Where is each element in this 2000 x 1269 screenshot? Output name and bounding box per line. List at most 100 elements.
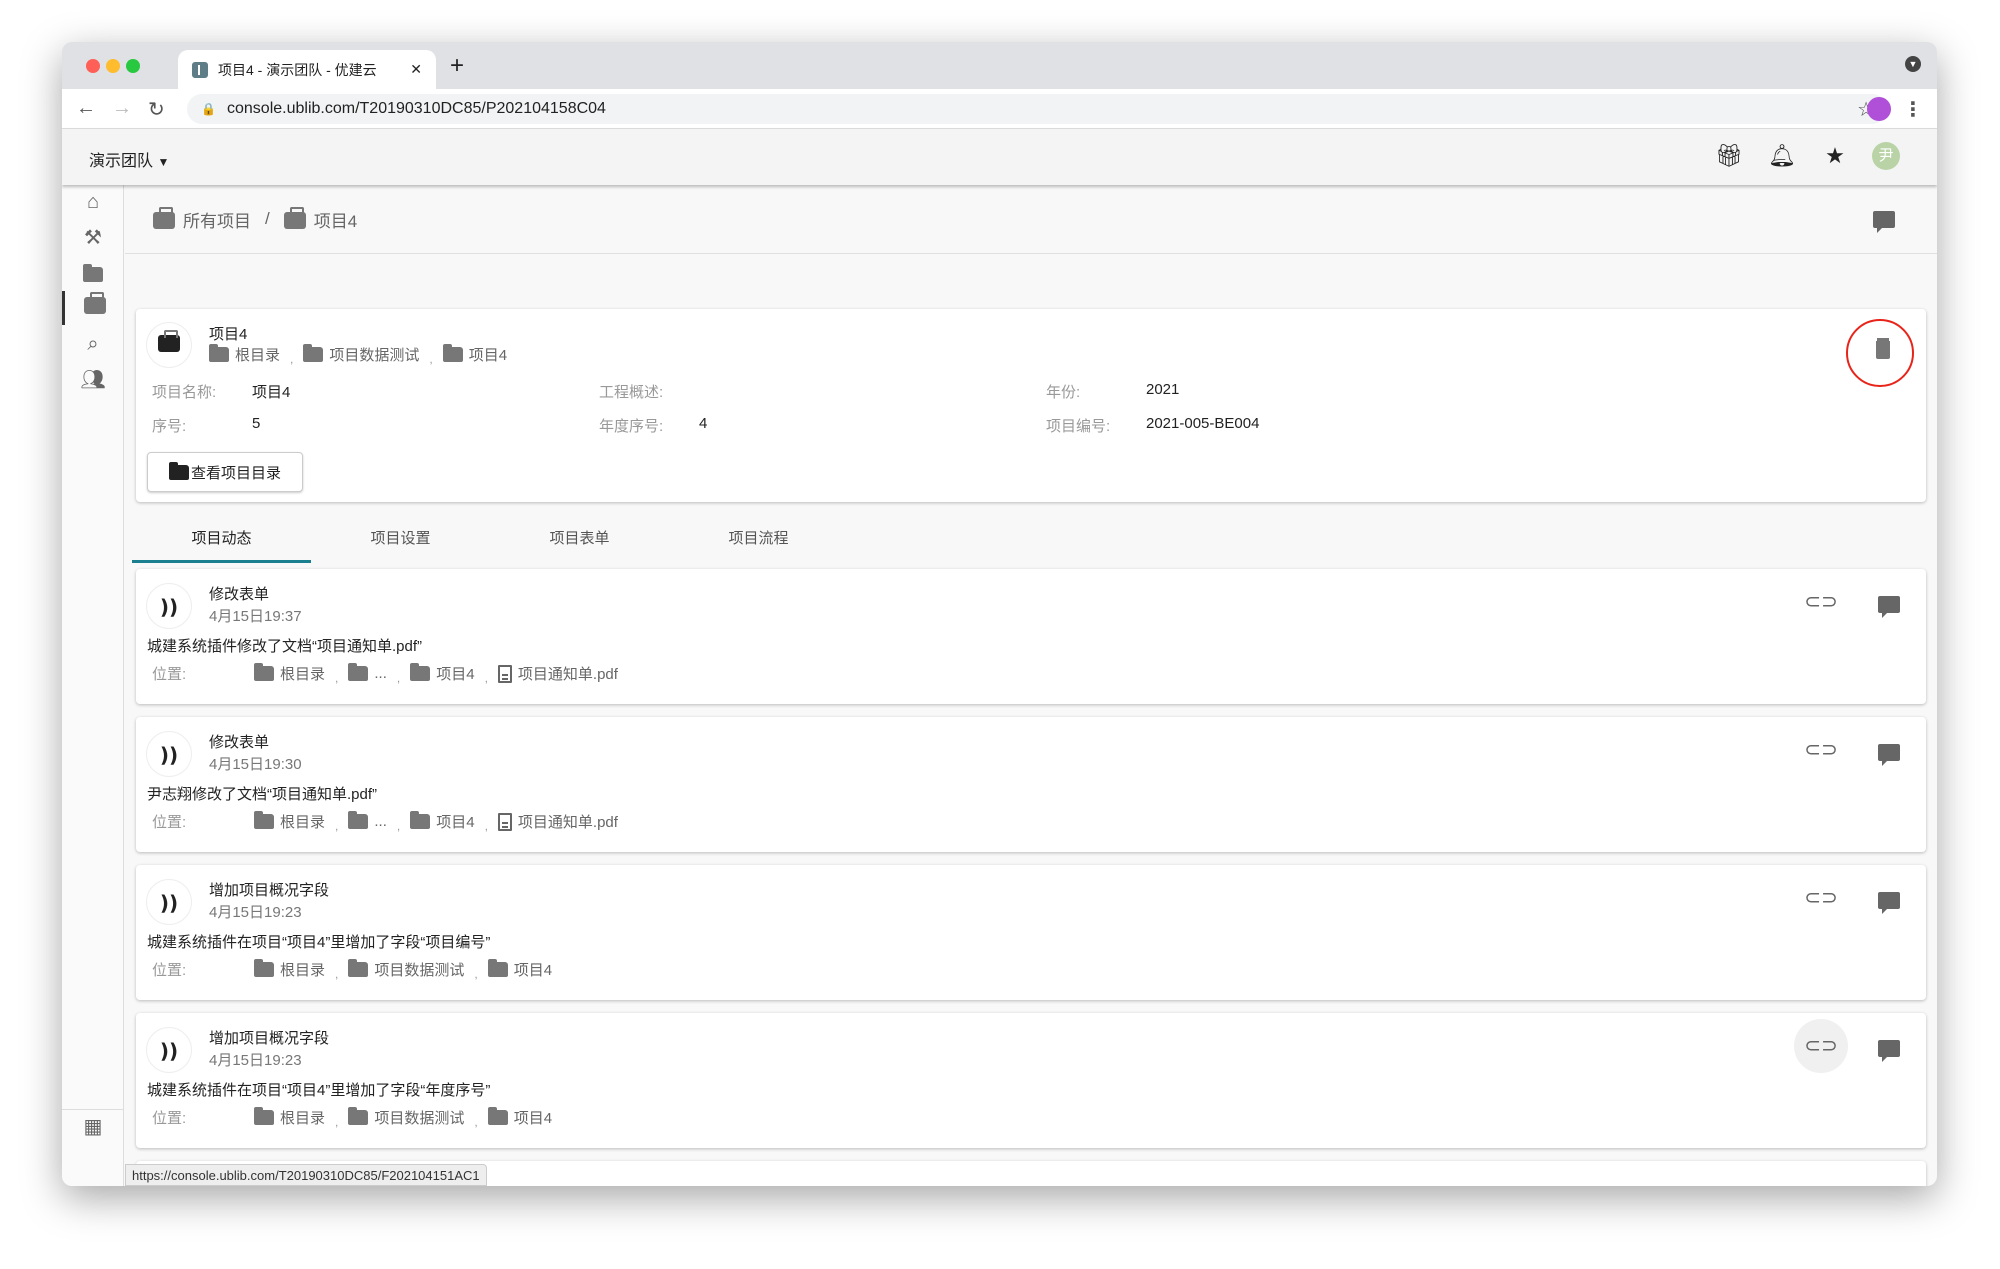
folder-icon bbox=[348, 1107, 369, 1125]
sidebar: ⌂ ⚒ ⌕ 👥︎ ▦ bbox=[62, 185, 124, 1186]
folder-icon bbox=[410, 663, 431, 681]
path-item[interactable]: 根目录 bbox=[280, 959, 325, 980]
delete-icon[interactable] bbox=[1876, 341, 1890, 359]
close-tab-icon[interactable]: ✕ bbox=[410, 61, 422, 78]
tab-activity[interactable]: 项目动态 bbox=[132, 515, 311, 563]
comment-icon[interactable] bbox=[1873, 211, 1895, 233]
bell-icon[interactable]: 🔔︎ bbox=[1768, 143, 1796, 169]
path-item[interactable]: 项目数据测试 bbox=[374, 959, 464, 980]
path-item[interactable]: 项目4 bbox=[436, 663, 474, 684]
link-icon[interactable]: ⊂⊃ bbox=[1794, 871, 1848, 925]
breadcrumb-all-projects[interactable]: 所有项目 bbox=[183, 207, 251, 232]
lock-icon: 🔒 bbox=[201, 102, 216, 116]
field-label: 项目编号: bbox=[1046, 418, 1111, 435]
tab-forms[interactable]: 项目表单 bbox=[490, 515, 669, 563]
activity-time: 4月15日19:30 bbox=[209, 756, 302, 773]
field-value: 2021 bbox=[1146, 381, 1180, 398]
new-tab-button[interactable]: + bbox=[450, 52, 464, 80]
comment-icon[interactable] bbox=[1878, 596, 1900, 618]
path-item[interactable]: ... bbox=[374, 813, 387, 830]
activity-path: 根目录, 项目数据测试, 项目4 bbox=[254, 1107, 552, 1129]
back-icon[interactable]: ← bbox=[76, 97, 96, 120]
briefcase-icon bbox=[158, 330, 180, 352]
folder-icon bbox=[254, 811, 274, 829]
project-card: 项目4 根目录, 项目数据测试, 项目4 项目名称: 项目4 工程概述: 年份:… bbox=[136, 309, 1926, 502]
folder-icon bbox=[410, 811, 431, 829]
address-row: ← → ↻ 🔒 console.ublib.com/T20190310DC85/… bbox=[62, 89, 1937, 129]
link-icon[interactable]: ⊂⊃ bbox=[1794, 723, 1848, 777]
path-item[interactable]: 根目录 bbox=[280, 663, 325, 684]
path-item[interactable]: 项目4 bbox=[514, 1107, 552, 1128]
tab-workflow[interactable]: 项目流程 bbox=[669, 515, 848, 563]
maximize-window-button[interactable] bbox=[126, 59, 140, 73]
breadcrumb-separator: / bbox=[265, 209, 270, 228]
comment-icon[interactable] bbox=[1878, 892, 1900, 914]
button-label: 查看项目目录 bbox=[190, 464, 281, 482]
folder-icon bbox=[168, 461, 189, 480]
location-label: 位置: bbox=[152, 1110, 187, 1127]
path-item[interactable]: 项目4 bbox=[436, 811, 474, 832]
forward-icon[interactable]: → bbox=[112, 97, 132, 120]
favicon-icon bbox=[192, 61, 208, 78]
address-bar[interactable]: 🔒 console.ublib.com/T20190310DC85/P20210… bbox=[187, 94, 1887, 124]
comment-icon[interactable] bbox=[1878, 1040, 1900, 1062]
close-window-button[interactable] bbox=[86, 59, 100, 73]
browser-menu-icon[interactable]: ⋮ bbox=[1903, 97, 1923, 122]
browser-tab[interactable]: 项目4 - 演示团队 - 优建云 ✕ bbox=[178, 50, 436, 89]
app-header: 演示团队 ▼ 🎁︎ 🔔︎ ★ ? 尹 bbox=[62, 129, 1937, 185]
path-item[interactable]: 项目数据测试 bbox=[374, 1107, 464, 1128]
file-icon bbox=[497, 664, 512, 683]
home-icon[interactable]: ⌂ bbox=[62, 185, 124, 219]
activity-title: 修改表单 bbox=[209, 734, 270, 751]
field-value: 5 bbox=[252, 415, 261, 432]
path-item[interactable]: 根目录 bbox=[280, 1107, 325, 1128]
browser-window: 项目4 - 演示团队 - 优建云 ✕ + ▼ ← → ↻ 🔒 console.u… bbox=[62, 42, 1937, 1186]
file-icon bbox=[497, 812, 512, 831]
path-item[interactable]: 项目4 bbox=[514, 959, 552, 980]
minimize-window-button[interactable] bbox=[106, 59, 120, 73]
activity-title: 增加项目概况字段 bbox=[209, 1030, 330, 1047]
tab-settings[interactable]: 项目设置 bbox=[311, 515, 490, 563]
path-item[interactable]: 项目4 bbox=[469, 344, 507, 365]
tab-bar: 项目4 - 演示团队 - 优建云 ✕ + ▼ bbox=[62, 42, 1937, 89]
team-members-icon[interactable]: 👥︎ bbox=[62, 363, 124, 397]
field-value: 2021-005-BE004 bbox=[1146, 415, 1260, 432]
field-value: 项目4 bbox=[252, 384, 291, 401]
rss-feed-icon: )) bbox=[146, 731, 192, 777]
main-content: 所有项目 / 项目4 项目4 根目录, 项目数据测试, 项目4 项目名称: 项目… bbox=[125, 185, 1937, 1186]
breadcrumb: 所有项目 / 项目4 bbox=[125, 185, 1937, 254]
organization-icon[interactable]: ▦ bbox=[62, 1109, 124, 1143]
rss-feed-icon: )) bbox=[146, 583, 192, 629]
folder-icon bbox=[348, 663, 369, 681]
folder-icon bbox=[303, 344, 324, 362]
breadcrumb-current: 项目4 bbox=[313, 211, 358, 231]
path-item[interactable]: 项目数据测试 bbox=[329, 344, 419, 365]
link-icon[interactable]: ⊂⊃ bbox=[1794, 1019, 1848, 1073]
folder-icon[interactable] bbox=[62, 257, 124, 291]
tab-search-icon[interactable]: ▼ bbox=[1905, 56, 1921, 72]
comment-icon[interactable] bbox=[1878, 744, 1900, 766]
link-icon[interactable]: ⊂⊃ bbox=[1794, 575, 1848, 629]
rss-feed-icon: )) bbox=[146, 879, 192, 925]
user-avatar[interactable]: 尹 bbox=[1872, 142, 1900, 170]
profile-icon[interactable] bbox=[1867, 97, 1891, 121]
project-avatar bbox=[146, 322, 192, 368]
reload-icon[interactable]: ↻ bbox=[148, 97, 165, 122]
team-selector[interactable]: 演示团队 ▼ bbox=[89, 147, 169, 171]
search-document-icon[interactable]: ⌕ bbox=[62, 327, 124, 361]
link-icon[interactable]: ⊂⊃ bbox=[1794, 1167, 1848, 1186]
path-item[interactable]: ... bbox=[374, 665, 387, 682]
location-label: 位置: bbox=[152, 814, 187, 831]
projects-icon[interactable] bbox=[62, 291, 124, 325]
file-name[interactable]: 项目通知单.pdf bbox=[518, 811, 618, 832]
file-name[interactable]: 项目通知单.pdf bbox=[518, 663, 618, 684]
star-icon[interactable]: ★ bbox=[1822, 143, 1848, 169]
path-item[interactable]: 根目录 bbox=[280, 811, 325, 832]
status-bar-url: https://console.ublib.com/T20190310DC85/… bbox=[125, 1164, 487, 1186]
view-project-directory-button[interactable]: 查看项目目录 bbox=[147, 452, 303, 492]
gift-icon[interactable]: 🎁︎ bbox=[1715, 143, 1743, 169]
activity-title: 修改表单 bbox=[209, 586, 270, 603]
folder-icon bbox=[254, 1107, 274, 1125]
path-item[interactable]: 根目录 bbox=[235, 344, 280, 365]
tools-icon[interactable]: ⚒ bbox=[62, 221, 124, 255]
